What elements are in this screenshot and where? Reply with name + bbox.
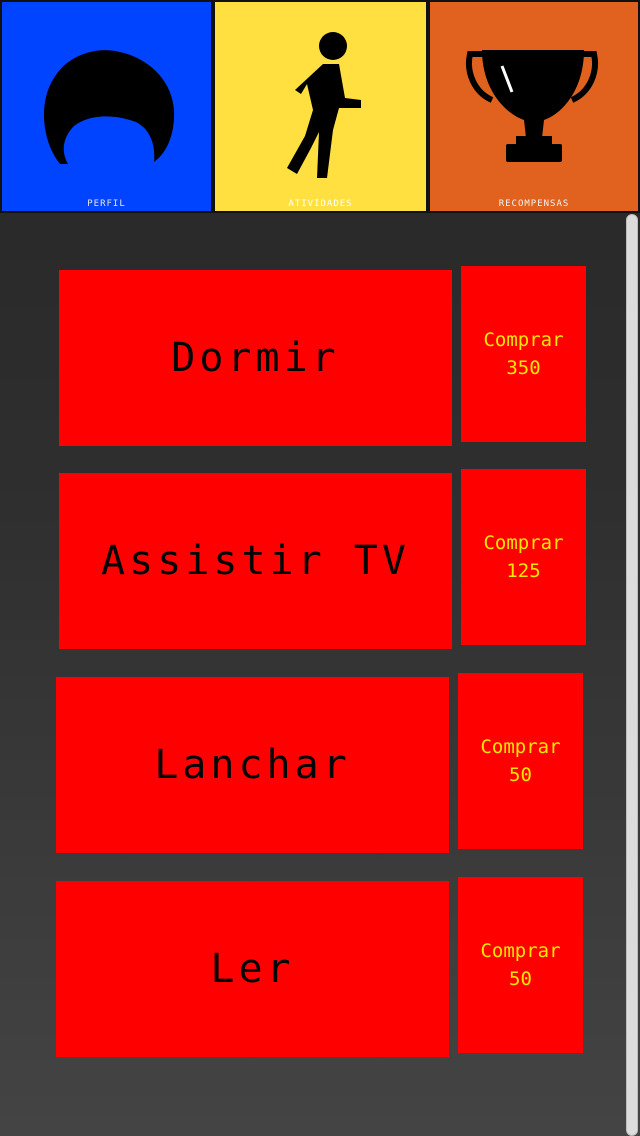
tab-atividades-label: ATIVIDADES	[288, 199, 353, 209]
buy-button[interactable]: Comprar 50	[458, 673, 583, 849]
price: 50	[509, 968, 532, 990]
trophy-icon	[466, 50, 598, 162]
walking-person-icon	[287, 32, 361, 178]
buy-button[interactable]: Comprar 125	[461, 469, 586, 645]
scrollbar[interactable]	[626, 214, 638, 1136]
hair-icon	[43, 50, 175, 164]
tab-recompensas[interactable]: RECOMPENSAS	[430, 2, 638, 211]
tab-bar: PERFIL ATIVIDADES RECOMPENSAS	[0, 0, 640, 213]
reward-name[interactable]: Dormir	[59, 270, 452, 446]
buy-button-label: Comprar	[483, 329, 564, 351]
buy-button-label: Comprar	[483, 532, 564, 554]
buy-button-label: Comprar	[480, 940, 561, 962]
tab-recompensas-label: RECOMPENSAS	[498, 199, 570, 209]
tab-atividades[interactable]: ATIVIDADES	[215, 2, 426, 211]
reward-name[interactable]: Ler	[56, 881, 449, 1057]
buy-button-label: Comprar	[480, 736, 561, 758]
tab-perfil[interactable]: PERFIL	[2, 2, 211, 211]
price: 350	[506, 357, 541, 379]
reward-name[interactable]: Assistir TV	[59, 473, 452, 649]
buy-button[interactable]: Comprar 50	[458, 877, 583, 1053]
buy-button[interactable]: Comprar 350	[461, 266, 586, 442]
price: 125	[506, 560, 541, 582]
tab-perfil-label: PERFIL	[87, 199, 126, 209]
reward-name[interactable]: Lanchar	[56, 677, 449, 853]
price: 50	[509, 764, 532, 786]
